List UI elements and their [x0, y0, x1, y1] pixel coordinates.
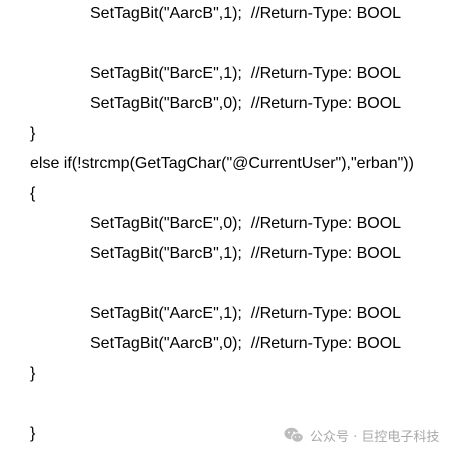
watermark-text: 公众号 · 巨控电子科技 [310, 429, 440, 445]
code-line: SetTagBit("BarcE",1); //Return-Type: BOO… [90, 65, 402, 82]
code-line-opening-brace: { [30, 185, 36, 202]
code-line-else-if: else if(!strcmp(GetTagChar("@CurrentUser… [30, 155, 414, 172]
code-line: SetTagBit("AarcE",1); //Return-Type: BOO… [90, 305, 402, 322]
code-snippet: SetTagBit("AarcB",1); //Return-Type: BOO… [0, 0, 469, 455]
code-line: SetTagBit("BarcE",0); //Return-Type: BOO… [90, 215, 402, 232]
watermark: 公众号 · 巨控电子科技 [284, 424, 439, 446]
code-line-closing-brace: } [30, 125, 36, 142]
code-line: SetTagBit("AarcB",0); //Return-Type: BOO… [90, 335, 402, 352]
code-line-closing-brace: } [30, 425, 36, 442]
wechat-icon [284, 427, 304, 443]
code-line-closing-brace: } [30, 365, 36, 382]
code-line: SetTagBit("BarcB",0); //Return-Type: BOO… [90, 95, 402, 112]
code-line: SetTagBit("BarcB",1); //Return-Type: BOO… [90, 245, 402, 262]
code-line: SetTagBit("AarcB",1); //Return-Type: BOO… [90, 5, 402, 22]
